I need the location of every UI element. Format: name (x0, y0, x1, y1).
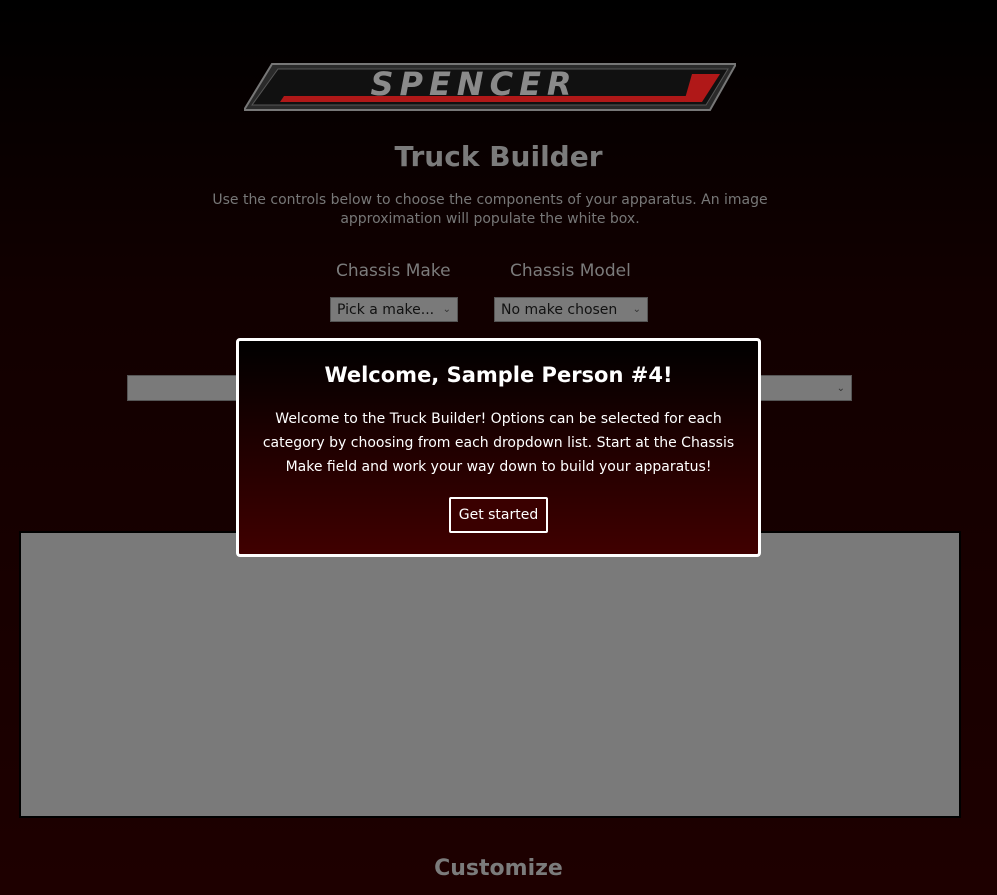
chevron-down-icon: ⌄ (836, 382, 845, 394)
page-description: Use the controls below to choose the com… (212, 192, 768, 227)
welcome-modal: Welcome, Sample Person #4! Welcome to th… (236, 338, 761, 557)
chassis-make-select[interactable]: Pick a make... ⌄ (330, 297, 458, 322)
chevron-down-icon: ⌄ (442, 304, 451, 315)
customize-heading: Customize (434, 856, 563, 881)
chassis-model-select[interactable]: No make chosen ⌄ (494, 297, 648, 322)
chevron-down-icon: ⌄ (632, 304, 641, 315)
modal-body: Welcome to the Truck Builder! Options ca… (262, 411, 735, 475)
get-started-button[interactable]: Get started (448, 497, 549, 533)
page-title: Truck Builder (394, 140, 603, 173)
spencer-logo: SPENCER (244, 63, 736, 111)
chassis-model-label: Chassis Model (510, 261, 631, 281)
chassis-model-value: No make chosen (501, 301, 618, 318)
truck-preview-box (19, 531, 961, 818)
chassis-make-value: Pick a make... (337, 301, 435, 318)
modal-title: Welcome, Sample Person #4! (324, 363, 673, 387)
svg-text:SPENCER: SPENCER (370, 65, 577, 103)
chassis-make-label: Chassis Make (336, 261, 451, 281)
